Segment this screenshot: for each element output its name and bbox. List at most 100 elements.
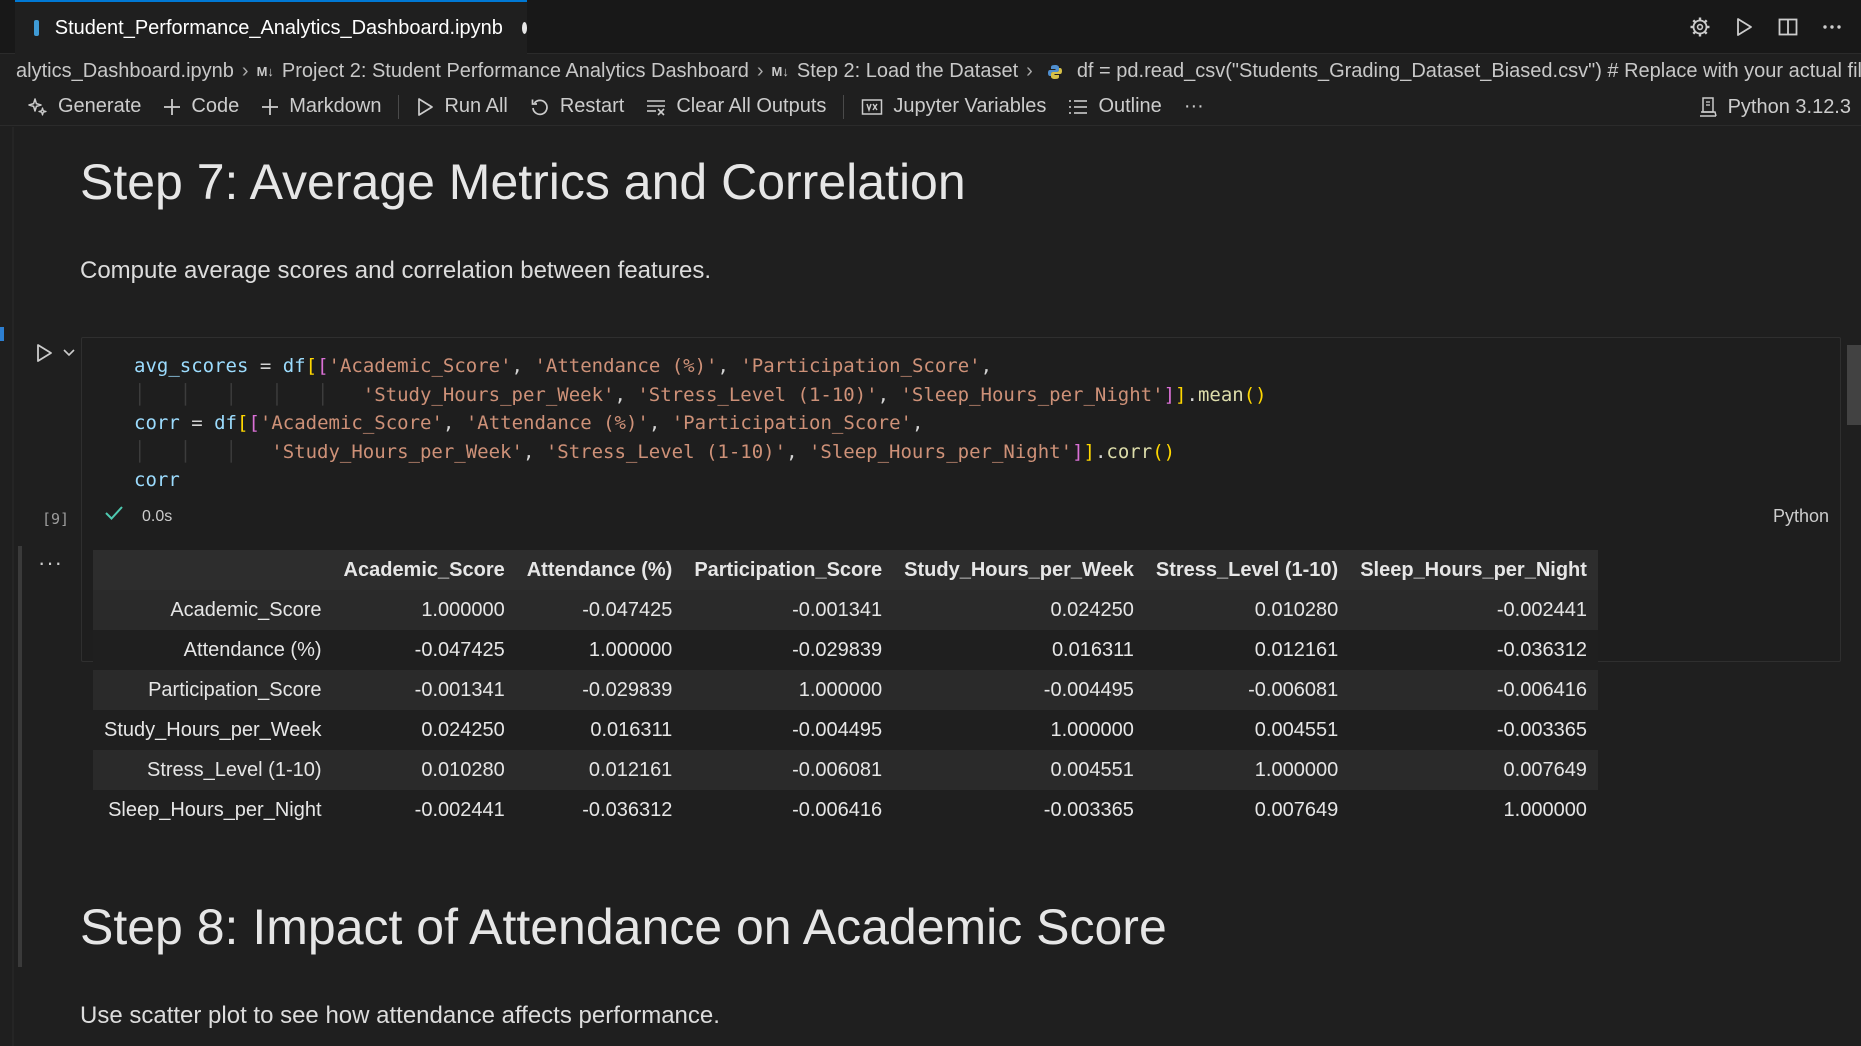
row-label: Sleep_Hours_per_Night — [108, 798, 322, 821]
table-header-row: Academic_Score Attendance (%) Participat… — [93, 550, 1598, 590]
output-more-icon[interactable]: ··· — [38, 550, 63, 576]
kernel-picker[interactable]: Python 3.12.3 — [1698, 88, 1851, 126]
notebook-tab[interactable]: Student_Performance_Analytics_Dashboard.… — [15, 0, 527, 54]
table-cell: 0.016311 — [590, 718, 673, 741]
split-editor-icon[interactable] — [1777, 16, 1799, 38]
add-code-cell-button[interactable]: Code — [152, 88, 250, 126]
generate-button[interactable]: Generate — [0, 88, 152, 126]
table-cell: 1.000000 — [1050, 718, 1134, 741]
table-cell: 1.000000 — [588, 638, 673, 661]
restart-button[interactable]: Restart — [519, 88, 635, 126]
variables-icon — [862, 98, 883, 115]
markdown-icon: M↓ — [771, 63, 789, 79]
table-header: Attendance (%) — [515, 550, 684, 590]
row-label: Attendance (%) — [183, 638, 322, 661]
row-label: Participation_Score — [148, 678, 322, 701]
table-cell: -0.004495 — [1043, 678, 1134, 701]
table-cell: 0.004551 — [1050, 758, 1134, 781]
run-icon[interactable] — [1733, 16, 1755, 38]
breadcrumb: alytics_Dashboard.ipynb › M↓ Project 2: … — [0, 56, 1861, 86]
table-cell: -0.047425 — [414, 638, 505, 661]
play-icon — [37, 344, 52, 362]
table-cell: 1.000000 — [1503, 798, 1587, 821]
table-row: Stress_Level (1-10) 0.010280 0.012161 -0… — [93, 750, 1598, 790]
more-toolbar-actions-button[interactable]: ··· — [1173, 88, 1215, 126]
dataframe-output: Academic_Score Attendance (%) Participat… — [93, 550, 1598, 830]
add-markdown-cell-button[interactable]: Markdown — [250, 88, 392, 126]
table-header — [93, 550, 333, 590]
sparkle-icon — [28, 97, 47, 116]
table-cell: 0.010280 — [421, 758, 505, 781]
chevron-right-icon: › — [1026, 59, 1033, 82]
scrollbar-thumb[interactable] — [1847, 345, 1861, 425]
table-cell: -0.002441 — [414, 798, 505, 821]
table-cell: 0.012161 — [588, 758, 673, 781]
breadcrumb-step[interactable]: Step 2: Load the Dataset — [797, 60, 1018, 83]
run-all-button[interactable]: Run All — [405, 88, 518, 126]
unsaved-dot-icon[interactable] — [521, 22, 527, 34]
table-cell: -0.002441 — [1496, 598, 1587, 621]
table-cell: -0.006081 — [1248, 678, 1339, 701]
table-row: Attendance (%) -0.047425 1.000000 -0.029… — [93, 630, 1598, 670]
table-cell: -0.006081 — [792, 758, 883, 781]
gear-icon[interactable] — [1689, 16, 1711, 38]
play-icon — [418, 97, 434, 116]
focus-marker — [0, 327, 4, 341]
outline-button[interactable]: Outline — [1057, 88, 1172, 126]
more-actions-icon[interactable] — [1821, 16, 1843, 38]
output-collapse-bar[interactable] — [18, 546, 22, 967]
notebook-toolbar: Generate Code Markdown Run All Restart C… — [0, 88, 1861, 126]
execution-count: [9] — [42, 510, 70, 528]
table-cell: -0.003365 — [1496, 718, 1587, 741]
breadcrumb-section[interactable]: Project 2: Student Performance Analytics… — [282, 60, 749, 83]
row-label: Academic_Score — [170, 598, 322, 621]
code-editor[interactable]: avg_scores = df[['Academic_Score', 'Atte… — [134, 352, 1267, 495]
toolbar-divider — [398, 94, 400, 119]
table-row: Sleep_Hours_per_Night -0.002441 -0.03631… — [93, 790, 1598, 830]
table-cell: 0.007649 — [1254, 798, 1339, 821]
table-cell: 0.024250 — [421, 718, 505, 741]
run-cell-button[interactable] — [34, 342, 54, 369]
tab-title: Student_Performance_Analytics_Dashboard.… — [54, 16, 503, 39]
execution-duration: 0.0s — [142, 508, 173, 525]
table-cell: -0.006416 — [1496, 678, 1587, 701]
cell-language[interactable]: Python — [1773, 506, 1829, 527]
table-cell: 0.010280 — [1254, 598, 1339, 621]
table-header: Stress_Level (1-10) — [1144, 550, 1350, 590]
table-cell: -0.004495 — [792, 718, 883, 741]
chevron-right-icon: › — [241, 59, 249, 82]
row-label: Study_Hours_per_Week — [104, 718, 322, 741]
clear-all-outputs-button[interactable]: Clear All Outputs — [635, 88, 837, 126]
chevron-down-icon[interactable] — [62, 346, 76, 364]
table-cell: 1.000000 — [798, 678, 883, 701]
editor-actions — [1689, 10, 1843, 44]
step7-heading: Step 7: Average Metrics and Correlation — [80, 154, 966, 210]
step8-heading: Step 8: Impact of Attendance on Academic… — [80, 899, 1167, 955]
table-header: Participation_Score — [683, 550, 894, 590]
list-icon — [1069, 99, 1088, 114]
jupyter-variables-button[interactable]: Jupyter Variables — [850, 88, 1057, 126]
table-cell: 1.000000 — [421, 598, 505, 621]
plus-icon — [164, 98, 181, 115]
breadcrumb-file[interactable]: alytics_Dashboard.ipynb — [16, 60, 234, 83]
breadcrumb-code[interactable]: df = pd.read_csv("Students_Grading_Datas… — [1077, 60, 1861, 83]
table-cell: 0.004551 — [1254, 718, 1339, 741]
table-cell: -0.006416 — [792, 798, 883, 821]
table-cell: 0.012161 — [1254, 638, 1339, 661]
row-label: Stress_Level (1-10) — [147, 758, 322, 781]
notebook-file-icon — [34, 20, 39, 36]
notebook-editor[interactable]: Step 7: Average Metrics and Correlation … — [0, 127, 1861, 1046]
table-cell: 0.024250 — [1050, 598, 1134, 621]
markdown-icon: M↓ — [256, 63, 274, 79]
gutter-rail — [12, 127, 14, 1046]
table-cell: 1.000000 — [1254, 758, 1339, 781]
table-row: Study_Hours_per_Week 0.024250 0.016311 -… — [93, 710, 1598, 750]
table-header: Study_Hours_per_Week — [893, 550, 1145, 590]
check-icon — [104, 504, 124, 527]
table-cell: -0.036312 — [1496, 638, 1587, 661]
table-cell: -0.047425 — [582, 598, 673, 621]
kernel-icon — [1699, 97, 1717, 117]
clear-all-icon — [647, 99, 666, 116]
table-cell: -0.029839 — [792, 638, 883, 661]
step7-description: Compute average scores and correlation b… — [80, 257, 712, 284]
